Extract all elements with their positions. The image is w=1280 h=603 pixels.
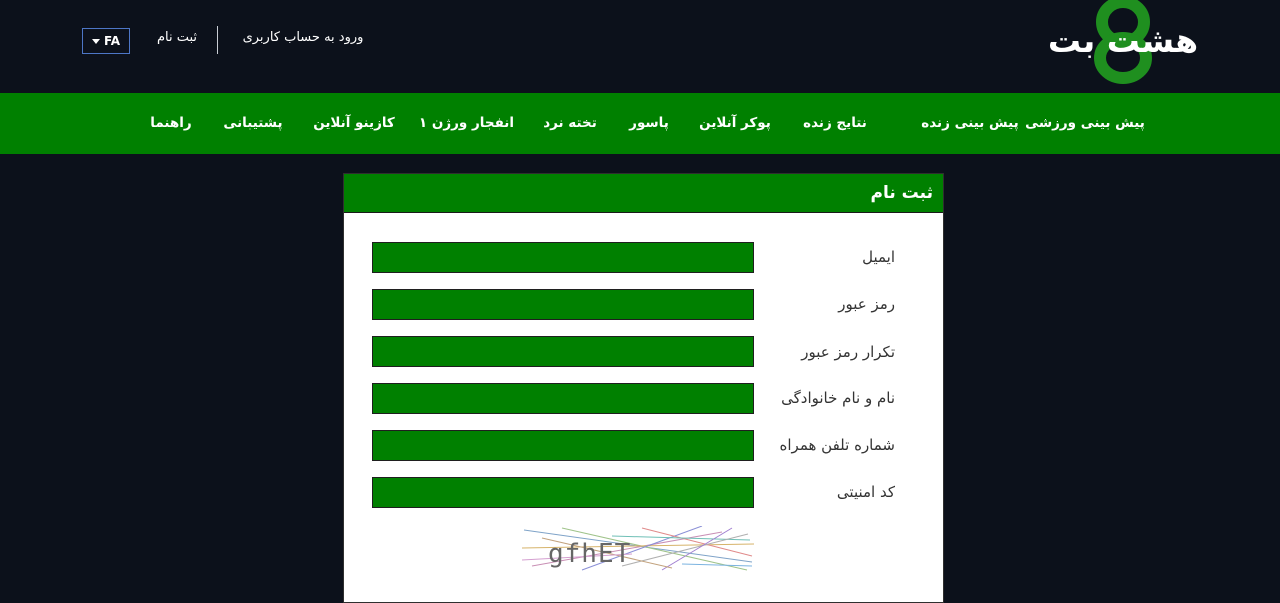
captcha-text: gfhET [548, 539, 631, 569]
nav-live-results[interactable]: نتایج زنده [798, 93, 872, 154]
nav-pasur[interactable]: پاسور [626, 93, 672, 154]
logo-text: هشت بت [1048, 21, 1198, 60]
nav-online-poker[interactable]: پوکر آنلاین [696, 93, 774, 154]
captcha-noise: gfhET [522, 526, 754, 572]
password-field[interactable] [372, 289, 754, 320]
panel-header: ثبت نام [344, 174, 943, 213]
nav-live-betting[interactable]: پیش بینی زنده [914, 93, 1026, 154]
language-selector[interactable]: FA [82, 28, 130, 54]
captcha-image: gfhET [522, 526, 754, 572]
top-header: هشت بت ورود به حساب کاربری ثبت نام FA [0, 0, 1280, 93]
security-code-field[interactable] [372, 477, 754, 508]
nav-online-casino[interactable]: کازینو آنلاین [312, 93, 396, 154]
confirm-password-field[interactable] [372, 336, 754, 367]
registration-panel: ثبت نام ایمیل رمز عبور تکرار رمز عبور نا… [343, 173, 944, 603]
email-field[interactable] [372, 242, 754, 273]
header-divider [217, 26, 218, 54]
logo-mark: هشت بت [1048, 0, 1198, 84]
main-navigation: پیش بینی ورزشی پیش بینی زنده نتایج زنده … [0, 93, 1280, 154]
nav-sports-betting[interactable]: پیش بینی ورزشی [1024, 93, 1146, 154]
nav-crash-game[interactable]: انفجار ورژن ۱ [419, 93, 514, 154]
full-name-field[interactable] [372, 383, 754, 414]
nav-guide[interactable]: راهنما [146, 93, 196, 154]
login-link[interactable]: ورود به حساب کاربری [240, 30, 366, 45]
site-logo[interactable]: هشت بت [1036, 0, 1210, 86]
language-code: FA [103, 34, 121, 48]
register-link[interactable]: ثبت نام [152, 30, 202, 45]
panel-title: ثبت نام [870, 183, 933, 203]
nav-backgammon[interactable]: تخته نرد [538, 93, 602, 154]
caret-down-icon [91, 38, 100, 44]
nav-support[interactable]: پشتیبانی [220, 93, 286, 154]
mobile-phone-field[interactable] [372, 430, 754, 461]
